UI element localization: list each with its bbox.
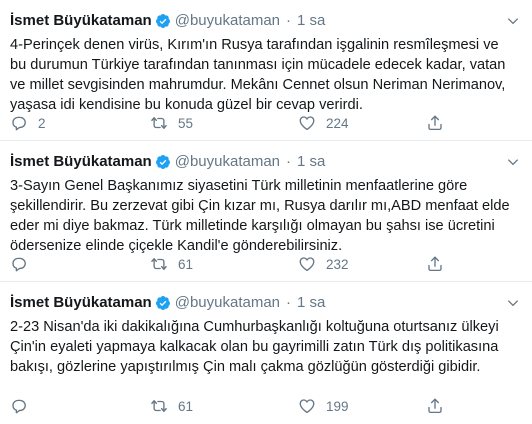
- verified-badge-icon: [155, 296, 170, 310]
- heart-icon: [299, 257, 315, 272]
- tweet-header: İsmet Büyükataman @buyukataman · 1 sa: [10, 10, 522, 32]
- heart-icon: [299, 116, 315, 131]
- chevron-down-icon[interactable]: [506, 296, 520, 310]
- timestamp[interactable]: 1 sa: [297, 293, 325, 313]
- separator-dot: ·: [286, 294, 292, 311]
- tweet[interactable]: İsmet Büyükataman @buyukataman · 1 sa 4-…: [0, 0, 532, 141]
- author-handle[interactable]: @buyukataman: [175, 152, 280, 172]
- retweet-count: 61: [178, 256, 194, 272]
- reply-count: 2: [38, 115, 46, 131]
- author-handle[interactable]: @buyukataman: [175, 11, 280, 31]
- separator-dot: ·: [286, 12, 292, 29]
- share-button[interactable]: [426, 397, 466, 415]
- separator-dot: ·: [286, 153, 292, 170]
- share-icon: [428, 398, 442, 414]
- share-icon: [428, 115, 442, 131]
- reply-icon: [12, 257, 26, 272]
- reply-button[interactable]: [10, 397, 150, 415]
- share-button[interactable]: [426, 114, 466, 132]
- author-name[interactable]: İsmet Büyükataman: [10, 293, 152, 313]
- timestamp[interactable]: 1 sa: [297, 11, 325, 31]
- like-count: 232: [326, 256, 349, 272]
- tweet-text: 4-Perinçek denen virüs, Kırım'ın Rusya t…: [10, 37, 506, 113]
- share-button[interactable]: [426, 255, 466, 273]
- retweet-button[interactable]: 61: [150, 397, 298, 415]
- author-name[interactable]: İsmet Büyükataman: [10, 11, 152, 31]
- tweet[interactable]: İsmet Büyükataman @buyukataman · 1 sa 2-…: [0, 282, 532, 423]
- tweet[interactable]: İsmet Büyükataman @buyukataman · 1 sa 3-…: [0, 141, 532, 282]
- share-icon: [428, 256, 442, 272]
- retweet-count: 61: [178, 398, 194, 414]
- retweet-count: 55: [178, 115, 194, 131]
- chevron-down-icon[interactable]: [506, 155, 520, 169]
- reply-button[interactable]: [10, 255, 150, 273]
- tweet-actions: 61 199: [10, 395, 466, 417]
- tweet-text: 3-Sayın Genel Başkanımız siyasetini Türk…: [10, 178, 510, 254]
- retweet-icon: [151, 117, 167, 129]
- verified-badge-icon: [155, 155, 170, 169]
- timestamp[interactable]: 1 sa: [297, 152, 325, 172]
- verified-badge-icon: [155, 14, 170, 28]
- tweet-header: İsmet Büyükataman @buyukataman · 1 sa: [10, 151, 522, 173]
- tweet-actions: 2 55 224: [10, 112, 466, 134]
- retweet-button[interactable]: 61: [150, 255, 298, 273]
- retweet-icon: [151, 400, 167, 412]
- reply-button[interactable]: 2: [10, 114, 150, 132]
- like-button[interactable]: 232: [298, 255, 426, 273]
- like-count: 224: [326, 115, 349, 131]
- reply-icon: [12, 116, 26, 131]
- author-name[interactable]: İsmet Büyükataman: [10, 152, 152, 172]
- tweet-text: 2-23 Nisan'da iki dakikalığına Cumhurbaş…: [10, 319, 499, 375]
- tweet-header: İsmet Büyükataman @buyukataman · 1 sa: [10, 292, 522, 314]
- retweet-icon: [151, 258, 167, 270]
- heart-icon: [299, 399, 315, 414]
- like-button[interactable]: 224: [298, 114, 426, 132]
- like-button[interactable]: 199: [298, 397, 426, 415]
- tweet-feed: İsmet Büyükataman @buyukataman · 1 sa 4-…: [0, 0, 532, 424]
- like-count: 199: [326, 398, 349, 414]
- author-handle[interactable]: @buyukataman: [175, 293, 280, 313]
- reply-icon: [12, 399, 26, 414]
- retweet-button[interactable]: 55: [150, 114, 298, 132]
- tweet-actions: 61 232: [10, 253, 466, 275]
- chevron-down-icon[interactable]: [506, 14, 520, 28]
